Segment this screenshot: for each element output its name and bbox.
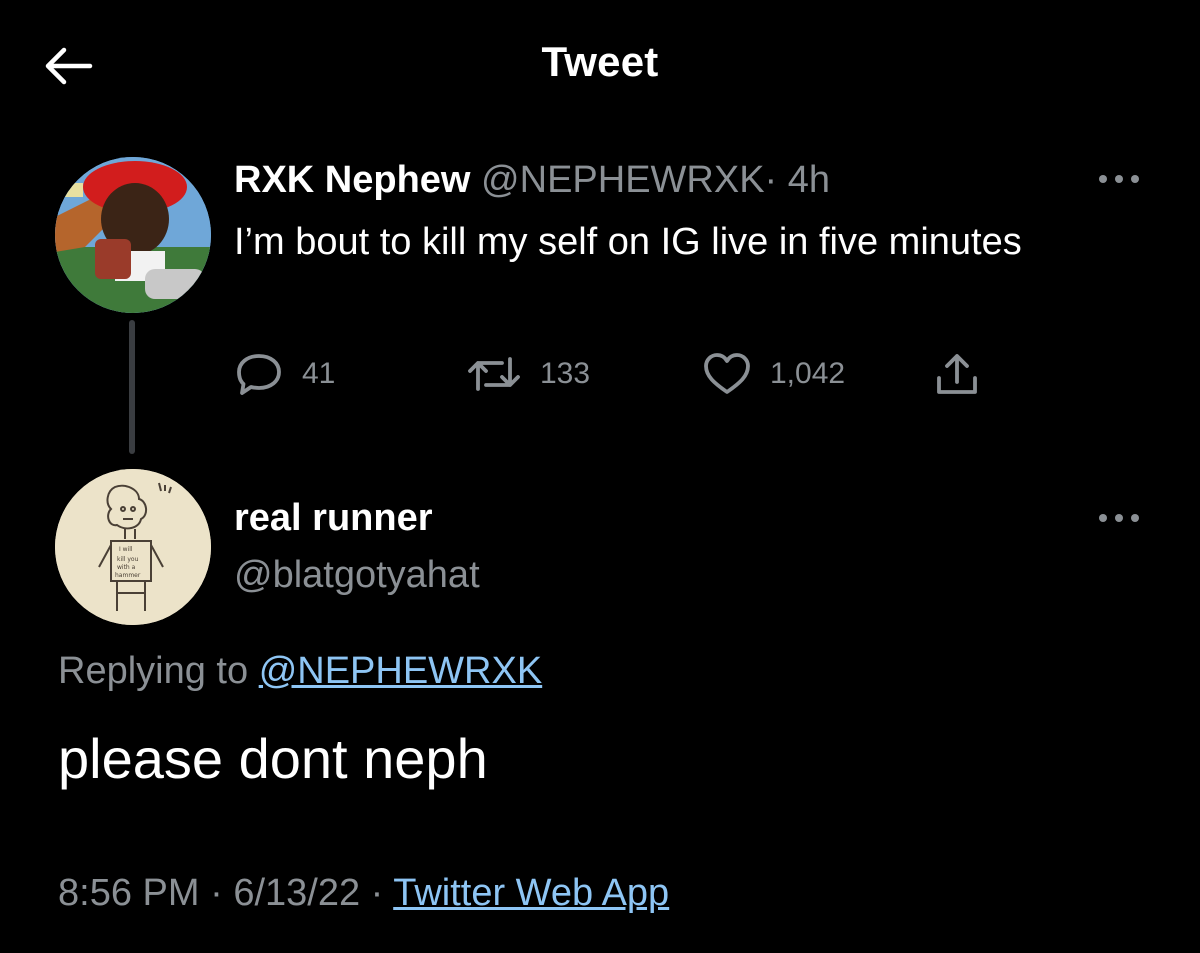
replying-to-line: Replying to @NEPHEWRXK — [58, 646, 542, 696]
more-horizontal-icon — [1099, 175, 1139, 183]
mention-link[interactable]: @NEPHEWRXK — [259, 650, 543, 692]
more-horizontal-icon — [1099, 514, 1139, 522]
svg-text:I will: I will — [119, 546, 133, 553]
more-options-button[interactable] — [1094, 164, 1144, 194]
retweet-icon — [468, 357, 520, 391]
retweet-count: 133 — [540, 357, 591, 390]
like-count: 1,042 — [770, 357, 846, 390]
retweet-button[interactable]: 133 — [466, 348, 590, 400]
svg-text:hammer: hammer — [115, 572, 141, 579]
share-icon — [937, 354, 977, 394]
tweet-metadata: 8:56 PM · 6/13/22 · Twitter Web App — [58, 868, 669, 918]
heart-icon — [704, 353, 750, 394]
more-options-button[interactable] — [1094, 503, 1144, 533]
avatar-image — [55, 157, 211, 313]
separator-dot: · — [210, 872, 223, 914]
thread-connector-line — [129, 320, 135, 454]
svg-text:with a: with a — [117, 564, 136, 571]
avatar[interactable] — [55, 157, 211, 313]
avatar[interactable]: I will kill you with a hammer — [55, 469, 211, 625]
reply-icon — [237, 354, 281, 395]
page-title: Tweet — [541, 38, 659, 85]
tweet-header: RXK Nephew @NEPHEWRXK· 4h — [234, 156, 830, 204]
author-name[interactable]: real runner — [234, 494, 433, 542]
share-button[interactable] — [934, 348, 980, 400]
reply-count: 41 — [302, 357, 336, 390]
separator-dot: · — [370, 872, 384, 914]
author-name[interactable]: RXK Nephew — [234, 159, 470, 201]
tweet-actions: 41 133 1,042 — [234, 348, 994, 400]
tweet-time: 8:56 PM — [58, 872, 200, 914]
like-button[interactable]: 1,042 — [702, 348, 845, 400]
top-bar: Tweet — [0, 0, 1200, 125]
source-link[interactable]: Twitter Web App — [393, 872, 669, 914]
tweet-timestamp[interactable]: 4h — [788, 159, 830, 201]
tweet-text: I’m bout to kill my self on IG live in f… — [234, 221, 1022, 263]
replying-to-label: Replying to — [58, 650, 249, 692]
author-handle[interactable]: @blatgotyahat — [234, 551, 480, 599]
author-handle[interactable]: @NEPHEWRXK — [481, 159, 765, 201]
separator-dot: · — [764, 159, 778, 201]
reply-button[interactable]: 41 — [234, 348, 335, 400]
tweet-date: 6/13/22 — [233, 872, 361, 914]
avatar-image: I will kill you with a hammer — [55, 469, 211, 625]
tweet-text: please dont neph — [58, 727, 488, 790]
svg-text:kill you: kill you — [117, 556, 139, 563]
